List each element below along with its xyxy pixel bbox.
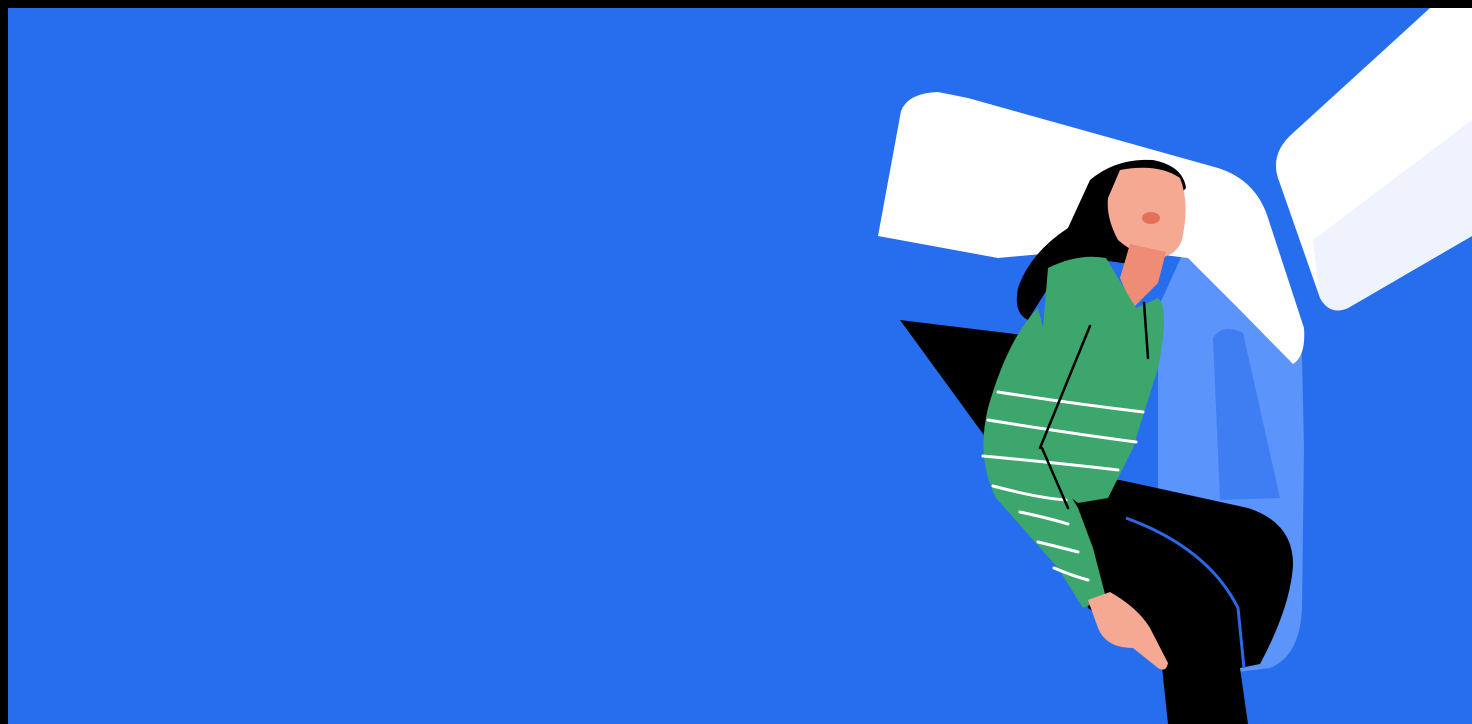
hero-illustration [8, 8, 1472, 724]
hero-banner [8, 8, 1472, 724]
screenshot-frame [0, 0, 1472, 724]
